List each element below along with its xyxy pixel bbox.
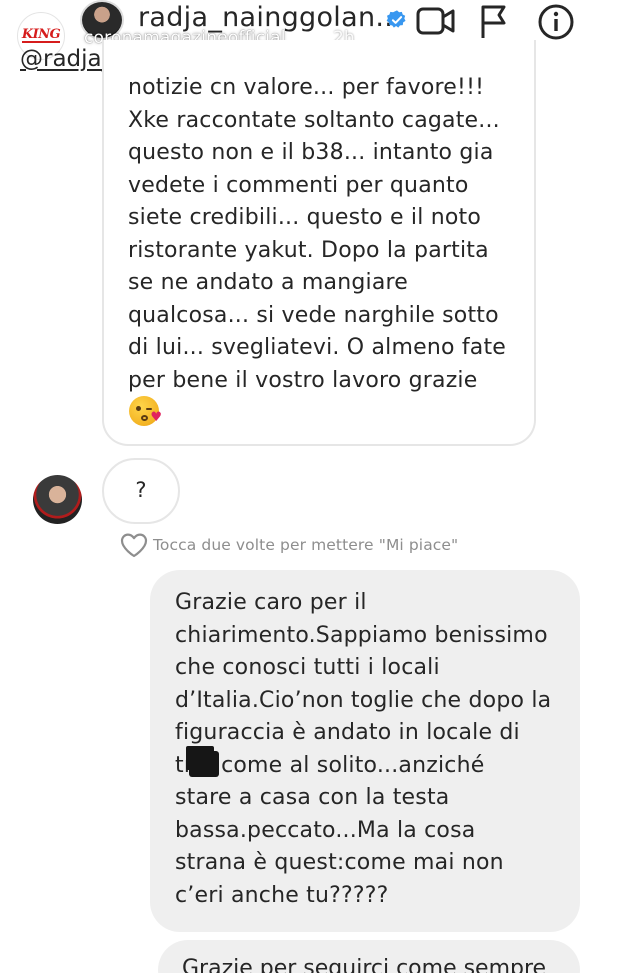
message-text: ? — [135, 478, 147, 502]
message-line: bassa.peccato...Ma la cosa — [175, 817, 476, 843]
message-line: siete credibili... questo e il noto — [128, 205, 482, 230]
message-line: d’Italia.Cio’non toglie che dopo la — [175, 687, 552, 713]
outgoing-message-bubble[interactable]: Grazie per seguirci come sempre — [158, 940, 580, 973]
message-text: Grazie caro per il chiarimento.Sappiamo … — [175, 587, 551, 912]
message-line-redacted: tr come al solito...anziché — [175, 750, 551, 783]
message-line: figuraccia è andato in locale di — [175, 720, 520, 745]
double-tap-like-hint[interactable]: Tocca due volte per mettere "Mi piace" — [119, 532, 458, 558]
message-line: per bene il vostro lavoro grazie — [128, 367, 478, 393]
like-hint-text: Tocca due volte per mettere "Mi piace" — [153, 536, 459, 554]
message-line: stare a casa con la testa — [175, 785, 450, 810]
message-line: c’eri anche tu????? — [175, 882, 389, 908]
message-line: Grazie caro per il — [175, 590, 367, 615]
outgoing-message-bubble[interactable]: Grazie caro per il chiarimento.Sappiamo … — [150, 570, 580, 932]
message-line: chiarimento.Sappiamo benissimo — [175, 622, 548, 648]
heart-outline-icon[interactable] — [119, 532, 149, 558]
kiss-emoji-icon: ♥ — [129, 396, 162, 426]
info-icon[interactable] — [537, 3, 575, 41]
message-line: ristorante yakut. Dopo la partita — [128, 237, 489, 263]
message-text: Grazie per seguirci come sempre — [182, 956, 547, 973]
message-line: qualcosa... si vede narghile sotto — [128, 302, 499, 328]
message-text: notizie cn valore... per favore!!! Xke r… — [128, 72, 506, 397]
message-line: se ne andato a mangiare — [128, 270, 408, 295]
message-line: notizie cn valore... per favore!!! — [128, 75, 485, 100]
verified-badge-icon — [386, 10, 406, 28]
incoming-message-bubble[interactable]: notizie cn valore... per favore!!! Xke r… — [102, 40, 536, 446]
message-line: questo non e il b38... intanto gia — [128, 140, 494, 165]
message-line: strana è quest:come mai non — [175, 850, 504, 875]
flag-icon[interactable] — [478, 3, 510, 41]
sender-avatar[interactable] — [33, 475, 82, 524]
king-logo: KING — [21, 27, 61, 43]
redacted-rest: come al solito...anziché — [221, 752, 485, 778]
message-line: che conosci tutti i locali — [175, 655, 440, 680]
message-line: Xke raccontate soltanto cagate... — [128, 107, 500, 133]
message-line: vedete i commenti per quanto — [128, 172, 469, 198]
redaction-block — [189, 750, 220, 777]
close-icon[interactable] — [576, 22, 604, 50]
message-line: di lui... svegliatevi. O almeno fate — [128, 335, 507, 360]
video-call-icon[interactable] — [415, 3, 457, 39]
incoming-message-bubble[interactable]: ? — [102, 458, 180, 524]
